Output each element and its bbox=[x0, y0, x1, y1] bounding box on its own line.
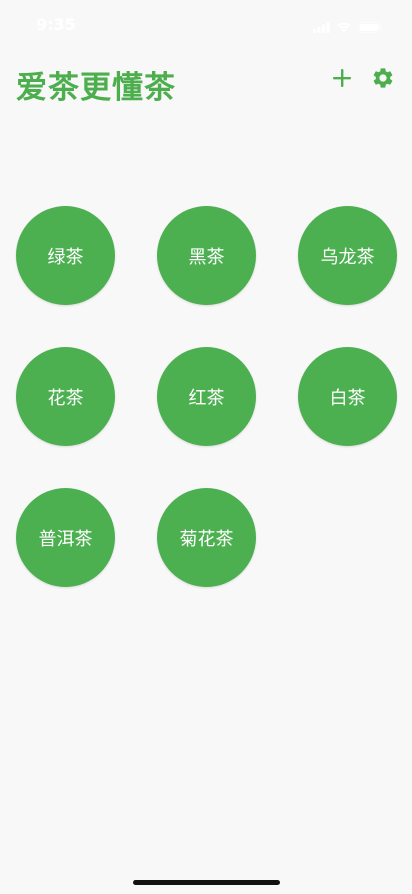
settings-button[interactable] bbox=[369, 66, 397, 94]
tea-item-dark[interactable]: 黑茶 bbox=[157, 206, 256, 305]
tea-grid: 绿茶 黑茶 乌龙茶 花茶 红茶 白茶 普洱茶 菊花茶 bbox=[16, 206, 397, 587]
status-bar: 9:35 bbox=[0, 0, 412, 50]
wifi-icon bbox=[336, 18, 352, 33]
status-time: 9:35 bbox=[36, 15, 76, 34]
gear-icon bbox=[371, 66, 395, 94]
screen: 9:35 爱茶更懂茶 绿茶 黑茶 乌龙茶 花茶 红茶 白茶 普洱茶 菊花茶 bbox=[0, 0, 412, 894]
tea-label: 白茶 bbox=[329, 387, 366, 409]
tea-label: 普洱茶 bbox=[38, 528, 93, 550]
tea-item-chrysanthemum[interactable]: 菊花茶 bbox=[157, 488, 256, 587]
tea-item-black[interactable]: 红茶 bbox=[157, 347, 256, 446]
tea-label: 乌龙茶 bbox=[320, 246, 375, 268]
tea-label: 菊花茶 bbox=[179, 528, 234, 550]
tea-label: 红茶 bbox=[188, 387, 225, 409]
plus-icon bbox=[332, 68, 352, 92]
tea-item-oolong[interactable]: 乌龙茶 bbox=[298, 206, 397, 305]
tea-label: 黑茶 bbox=[188, 246, 225, 268]
tea-label: 花茶 bbox=[47, 387, 84, 409]
tea-item-puer[interactable]: 普洱茶 bbox=[16, 488, 115, 587]
add-button[interactable] bbox=[328, 66, 356, 94]
battery-icon bbox=[358, 18, 382, 33]
tea-item-flower[interactable]: 花茶 bbox=[16, 347, 115, 446]
tea-item-white[interactable]: 白茶 bbox=[298, 347, 397, 446]
cellular-signal-icon bbox=[313, 18, 330, 33]
status-icons bbox=[313, 18, 382, 33]
app-title: 爱茶更懂茶 bbox=[16, 70, 176, 106]
tea-label: 绿茶 bbox=[47, 246, 84, 268]
home-indicator[interactable] bbox=[133, 880, 280, 885]
tea-item-green[interactable]: 绿茶 bbox=[16, 206, 115, 305]
